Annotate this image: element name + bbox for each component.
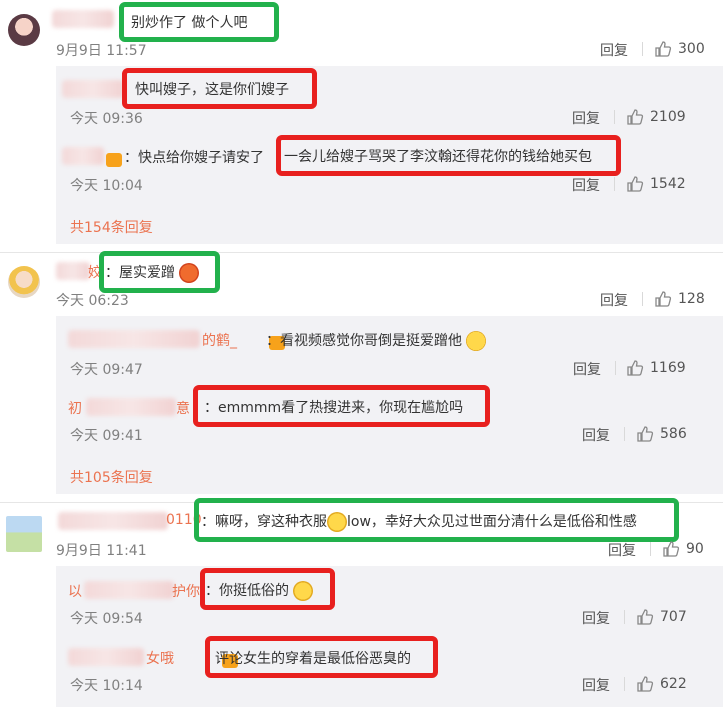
comment-text-part: low，幸好大众见过世面分清什么是低俗和性感	[347, 514, 637, 530]
reply-text-body: ：你挺低俗的	[205, 583, 289, 599]
laugh-emoji-icon	[293, 581, 314, 601]
divider	[624, 677, 625, 691]
reply-username-tail[interactable]: 的鹤_	[202, 330, 237, 350]
reply-text: ：emmmm看了热搜进来，你现在尴尬吗	[204, 400, 464, 416]
like-count: 2109	[650, 109, 686, 125]
reply-username[interactable]	[84, 581, 174, 599]
reply-time: 今天 09:41	[70, 428, 143, 444]
reply-button[interactable]: 回复	[608, 540, 636, 560]
reply-time: 今天 09:36	[70, 111, 143, 127]
comment-time: 9月9日 11:57	[56, 43, 147, 59]
like-count: 586	[660, 426, 687, 442]
like-button[interactable]: 2109	[626, 108, 686, 126]
grin-emoji-icon	[466, 331, 487, 351]
reply-username[interactable]	[62, 80, 124, 98]
like-button[interactable]: 300	[654, 40, 705, 58]
reply-button[interactable]: 回复	[582, 425, 610, 445]
thumbs-up-icon	[637, 609, 654, 625]
like-count: 128	[678, 291, 705, 307]
reply-button[interactable]: 回复	[582, 675, 610, 695]
reply-username-head[interactable]: 初	[68, 398, 82, 418]
vip-badge-icon	[106, 152, 122, 167]
like-button[interactable]: 586	[636, 425, 687, 443]
reply-username-tail[interactable]: 意	[176, 398, 190, 418]
reply-time: 今天 10:04	[70, 178, 143, 194]
reply-username-tail[interactable]: 女哦	[146, 648, 174, 668]
like-count: 90	[686, 541, 704, 557]
like-button[interactable]: 1169	[626, 359, 686, 377]
reply-username[interactable]	[68, 648, 144, 666]
reply-username-tail[interactable]: 护你	[172, 581, 200, 601]
divider	[642, 292, 643, 306]
divider	[615, 361, 616, 375]
like-count: 1542	[650, 176, 686, 192]
reply-text: ：快点给你嫂子请安了	[124, 150, 264, 166]
thumbs-up-icon	[655, 41, 672, 57]
divider	[642, 42, 643, 56]
comment-time: 9月9日 11:41	[56, 543, 147, 559]
divider	[624, 610, 625, 624]
thumbs-up-icon	[627, 176, 644, 192]
reply-time: 今天 09:54	[70, 611, 143, 627]
divider	[614, 177, 615, 191]
reply-button[interactable]: 回复	[572, 108, 600, 128]
reply-time: 今天 09:47	[70, 362, 143, 378]
comment-text-part: ：嘛呀，穿这种衣服	[201, 514, 327, 530]
username[interactable]	[58, 512, 168, 530]
reply-username[interactable]	[86, 398, 176, 416]
reply-username-head[interactable]: 以	[68, 581, 82, 601]
comment-text: 别炒作了 做个人吧	[131, 15, 248, 31]
reply-username[interactable]	[68, 330, 200, 348]
avatar[interactable]	[8, 266, 40, 298]
reply-text-highlight: 一会儿给嫂子骂哭了李汶翰还得花你的钱给她买包	[284, 149, 592, 165]
reply-text: ：看视频感觉你哥倒是挺爱蹭他	[266, 330, 487, 351]
comment-text-body: ：屋实爱蹭	[105, 265, 175, 281]
like-button[interactable]: 1542	[626, 175, 686, 193]
reply-button[interactable]: 回复	[582, 608, 610, 628]
reply-button[interactable]: 回复	[600, 290, 628, 310]
thumbs-up-icon	[655, 291, 672, 307]
divider	[614, 110, 615, 124]
emoji-icon	[179, 263, 200, 283]
username[interactable]	[52, 10, 114, 28]
more-replies-link[interactable]: 共105条回复	[70, 467, 153, 487]
more-replies-link[interactable]: 共154条回复	[70, 217, 153, 237]
mask-emoji-icon	[327, 512, 347, 532]
thumbs-up-icon	[627, 360, 644, 376]
thumbs-up-icon	[637, 676, 654, 692]
like-count: 622	[660, 676, 687, 692]
like-count: 707	[660, 609, 687, 625]
reply-username[interactable]	[62, 147, 104, 165]
avatar[interactable]	[6, 516, 42, 552]
like-button[interactable]: 622	[636, 675, 687, 693]
reply-text: ：你挺低俗的	[205, 580, 314, 601]
comment-text: ：嘛呀，穿这种衣服 low，幸好大众见过世面分清什么是低俗和性感	[201, 511, 637, 532]
like-button[interactable]: 707	[636, 608, 687, 626]
reply-text-body: ：看视频感觉你哥倒是挺爱蹭他	[266, 333, 462, 349]
like-button[interactable]: 128	[654, 290, 705, 308]
divider	[650, 542, 651, 556]
reply-text: 快叫嫂子，这是你们嫂子	[135, 82, 289, 98]
thumbs-up-icon	[627, 109, 644, 125]
like-count: 1169	[650, 360, 686, 376]
thumbs-up-icon	[663, 541, 680, 557]
reply-text: 评论女生的穿着是最低俗恶臭的	[215, 651, 411, 667]
thumbs-up-icon	[637, 426, 654, 442]
like-button[interactable]: 90	[662, 540, 704, 558]
comment-text: ：屋实爱蹭	[105, 262, 200, 283]
like-count: 300	[678, 41, 705, 57]
divider	[624, 427, 625, 441]
reply-button[interactable]: 回复	[572, 175, 600, 195]
avatar[interactable]	[8, 14, 40, 46]
comment-time: 今天 06:23	[56, 293, 129, 309]
reply-button[interactable]: 回复	[573, 359, 601, 379]
reply-time: 今天 10:14	[70, 678, 143, 694]
username[interactable]	[56, 262, 90, 280]
reply-button[interactable]: 回复	[600, 40, 628, 60]
